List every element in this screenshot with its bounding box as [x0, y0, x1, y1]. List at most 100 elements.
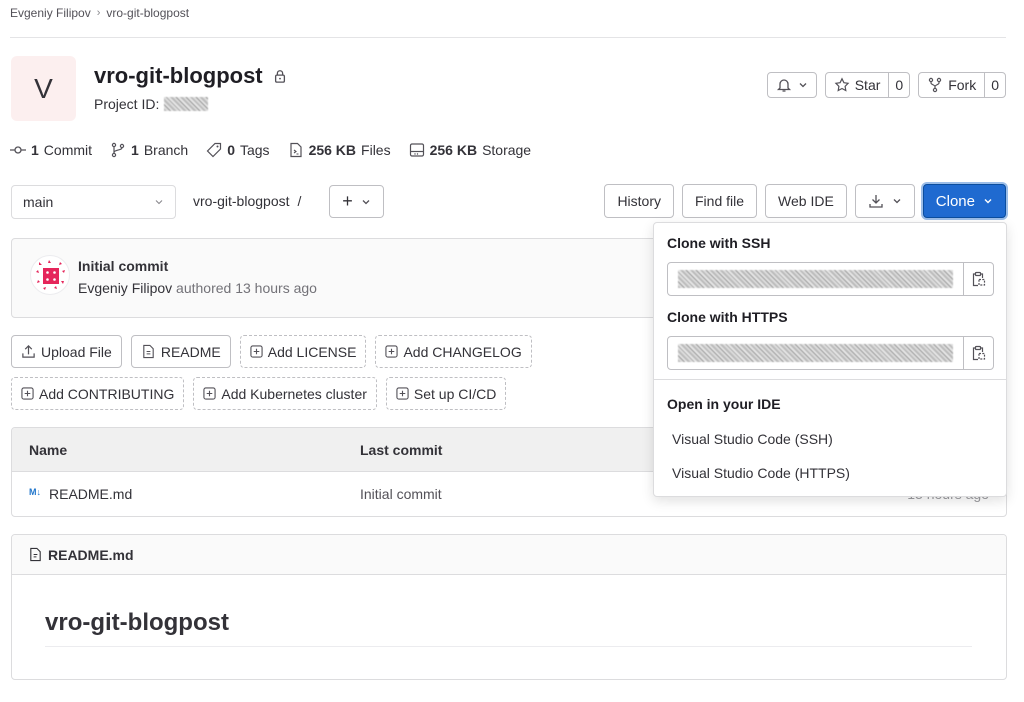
- plus-square-icon: [385, 345, 399, 358]
- commit-title[interactable]: Initial commit: [78, 258, 168, 274]
- fork-button[interactable]: Fork: [919, 73, 984, 97]
- open-in-ide-heading: Open in your IDE: [667, 396, 781, 412]
- upload-file-label: Upload File: [41, 343, 112, 360]
- breadcrumb: Evgeniy Filipov › vro-git-blogpost: [10, 6, 189, 20]
- stat-branches-label: Branch: [143, 142, 189, 158]
- identicon-icon: [36, 260, 65, 290]
- clone-https-url[interactable]: [668, 337, 963, 369]
- stat-storage-label: Storage: [482, 142, 532, 158]
- add-changelog-button[interactable]: Add CHANGELOG: [375, 335, 532, 368]
- clipboard-icon: [972, 345, 986, 361]
- star-label: Star: [854, 77, 881, 93]
- readme-filename[interactable]: README.md: [48, 547, 134, 563]
- find-file-button[interactable]: Find file: [682, 184, 758, 218]
- stat-branches-value: 1: [131, 142, 139, 158]
- add-kubernetes-cluster-label: Add Kubernetes cluster: [221, 385, 367, 402]
- clone-https-heading: Clone with HTTPS: [667, 309, 788, 325]
- plus-square-icon: [203, 387, 216, 400]
- star-button-group: Star 0: [824, 72, 911, 98]
- plus-square-icon: [250, 345, 263, 358]
- stat-files-label: Files: [361, 142, 391, 158]
- project-header-actions: Star 0 Fork 0: [766, 72, 1006, 98]
- readme-label: README: [160, 343, 221, 360]
- clone-label: Clone: [935, 192, 975, 210]
- readme-heading: vro-git-blogpost: [45, 609, 229, 636]
- plus-icon: +: [342, 191, 353, 211]
- header-divider: [10, 37, 1006, 38]
- branch-icon: [111, 142, 125, 158]
- open-vscode-https[interactable]: Visual Studio Code (HTTPS): [672, 465, 850, 481]
- clone-dropdown-menu: Clone with SSH Clone with HTTPS Open in …: [653, 222, 1007, 497]
- storage-icon: [409, 143, 424, 157]
- add-contributing-label: Add CONTRIBUTING: [39, 385, 175, 402]
- setup-cicd-button[interactable]: Set up CI/CD: [385, 377, 507, 410]
- file-last-commit[interactable]: Initial commit: [360, 486, 442, 502]
- setup-cicd-label: Set up CI/CD: [413, 385, 497, 402]
- repo-path-root[interactable]: vro-git-blogpost: [193, 193, 290, 209]
- project-title: vro-git-blogpost: [94, 63, 287, 89]
- star-button[interactable]: Star: [826, 73, 889, 97]
- stat-tags-value: 0: [227, 142, 235, 158]
- chevron-down-icon: [984, 199, 992, 204]
- readme-panel: README.md vro-git-blogpost: [11, 534, 1007, 680]
- branch-name: main: [23, 194, 54, 210]
- column-name: Name: [29, 442, 68, 458]
- redacted-url: [678, 344, 953, 362]
- stat-branches[interactable]: 1 Branch: [110, 142, 188, 158]
- clone-button[interactable]: Clone: [922, 184, 1006, 218]
- download-button[interactable]: [854, 184, 915, 218]
- upload-file-button[interactable]: Upload File: [11, 335, 122, 368]
- star-count[interactable]: 0: [888, 73, 909, 97]
- add-license-button[interactable]: Add LICENSE: [239, 335, 367, 368]
- breadcrumb-item-project[interactable]: vro-git-blogpost: [106, 6, 189, 20]
- readme-header: README.md: [12, 535, 1006, 575]
- fork-label: Fork: [948, 77, 977, 93]
- download-icon: [869, 195, 883, 208]
- clone-ssh-field[interactable]: [667, 262, 994, 296]
- fork-icon: [929, 77, 942, 93]
- commit-icon: [10, 146, 26, 154]
- project-id-label: Project ID:: [94, 96, 160, 112]
- history-button[interactable]: History: [604, 184, 674, 218]
- project-avatar: V: [11, 56, 76, 121]
- file-icon: [143, 344, 154, 359]
- chevron-down-icon: [362, 199, 370, 204]
- copy-ssh-url-button[interactable]: [963, 263, 993, 295]
- stat-storage[interactable]: 256 KB Storage: [409, 142, 532, 158]
- fork-count[interactable]: 0: [984, 73, 1005, 97]
- add-kubernetes-cluster-button[interactable]: Add Kubernetes cluster: [193, 377, 377, 410]
- redacted-url: [678, 270, 953, 288]
- web-ide-button[interactable]: Web IDE: [765, 184, 847, 218]
- add-changelog-label: Add CHANGELOG: [403, 343, 522, 360]
- author-avatar[interactable]: [30, 255, 70, 295]
- stat-storage-value: 256 KB: [429, 142, 478, 158]
- breadcrumb-item-owner[interactable]: Evgeniy Filipov: [10, 6, 91, 20]
- readme-button[interactable]: README: [130, 335, 231, 368]
- add-to-tree-dropdown[interactable]: +: [329, 185, 384, 218]
- repo-path: vro-git-blogpost /: [193, 193, 301, 209]
- column-last-commit: Last commit: [360, 442, 443, 458]
- stat-tags[interactable]: 0 Tags: [206, 142, 270, 158]
- copy-https-url-button[interactable]: [963, 337, 993, 369]
- notification-settings-button[interactable]: [766, 72, 817, 98]
- stat-commits-label: Commit: [43, 142, 93, 158]
- stat-tags-label: Tags: [239, 142, 270, 158]
- repo-actions: History Find file Web IDE Clone: [604, 184, 1006, 218]
- commit-author[interactable]: Evgeniy Filipov: [78, 280, 172, 296]
- stat-commits[interactable]: 1 Commit: [10, 142, 92, 158]
- plus-square-icon: [396, 387, 409, 400]
- commit-time: 13 hours ago: [235, 280, 317, 296]
- project-id-value-redacted: [164, 97, 209, 111]
- lock-icon: [274, 70, 285, 83]
- open-vscode-ssh[interactable]: Visual Studio Code (SSH): [672, 431, 833, 447]
- branch-selector[interactable]: main: [11, 185, 176, 219]
- upload-icon: [22, 345, 35, 358]
- project-name: vro-git-blogpost: [94, 63, 263, 88]
- add-contributing-button[interactable]: Add CONTRIBUTING: [11, 377, 185, 410]
- file-name[interactable]: README.md: [49, 486, 132, 502]
- project-id: Project ID:: [94, 96, 209, 112]
- stat-files[interactable]: 256 KB Files: [288, 142, 391, 158]
- clone-ssh-url[interactable]: [668, 263, 963, 295]
- clone-https-field[interactable]: [667, 336, 994, 370]
- clipboard-icon: [972, 271, 986, 287]
